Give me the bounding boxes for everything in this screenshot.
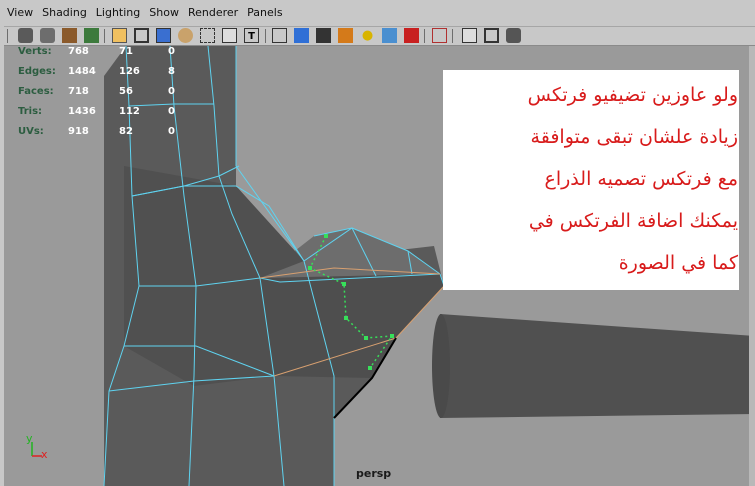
note-line: مع فرتكس تصميه الذراع	[544, 168, 738, 190]
lights-icon[interactable]: ●	[360, 28, 375, 43]
hud-label: Verts:	[18, 46, 52, 57]
hud-value: 56	[119, 86, 133, 97]
hud-value: 0	[168, 46, 175, 57]
hud-value: 126	[119, 66, 140, 77]
text-icon[interactable]: T	[244, 28, 259, 43]
toolbar-divider	[452, 29, 453, 43]
field-chart-icon[interactable]	[178, 28, 193, 43]
hud-row-edges: Edges: 1484 126 8	[18, 66, 208, 80]
wireframe-icon[interactable]	[272, 28, 287, 43]
arm-stub-front-face	[260, 274, 444, 378]
hud-row-uvs: UVs: 918 82 0	[18, 126, 208, 140]
hud-value: 8	[168, 66, 175, 77]
hud-label: Tris:	[18, 106, 43, 117]
hud-value: 0	[168, 126, 175, 137]
toolbar-divider	[265, 29, 266, 43]
menu-view[interactable]: View	[4, 0, 39, 26]
image-plane-icon[interactable]	[84, 28, 99, 43]
annotation-note: ولو عاوزين تضيفيو فرتكس زيادة علشان تبقى…	[443, 70, 739, 290]
perspective-viewport[interactable]: Verts: 768 71 0 Edges: 1484 126 8 Faces:…	[4, 46, 755, 486]
hud-value: 918	[68, 126, 89, 137]
grid-icon[interactable]	[112, 28, 127, 43]
cylinder-body	[440, 314, 755, 418]
high-quality-icon[interactable]	[404, 28, 419, 43]
hud-value: 718	[68, 86, 89, 97]
menu-show[interactable]: Show	[146, 0, 185, 26]
resolution-gate-icon[interactable]	[156, 28, 171, 43]
camera-attributes-icon[interactable]	[18, 28, 33, 43]
xray-icon[interactable]	[462, 28, 477, 43]
viewport-border	[749, 46, 755, 486]
menu-renderer[interactable]: Renderer	[185, 0, 244, 26]
hud-value: 0	[168, 106, 175, 117]
backface-culling-icon[interactable]	[506, 28, 521, 43]
smooth-shade-icon[interactable]	[294, 28, 309, 43]
note-line: كما في الصورة	[618, 252, 738, 274]
toolbar-divider	[104, 29, 105, 43]
bookmark-icon[interactable]	[62, 28, 77, 43]
hud-value: 112	[119, 106, 140, 117]
panel-toolbar: T ●	[4, 27, 755, 46]
toolbar-divider	[7, 29, 8, 43]
axis-x-label: x	[41, 448, 48, 461]
safe-title-icon[interactable]	[222, 28, 237, 43]
hud-row-faces: Faces: 718 56 0	[18, 86, 208, 100]
cylinder-cap	[432, 314, 450, 418]
hud-value: 71	[119, 46, 133, 57]
hud-value: 0	[168, 86, 175, 97]
camera-select-icon[interactable]	[40, 28, 55, 43]
menu-panels[interactable]: Panels	[244, 0, 288, 26]
hud-value: 82	[119, 126, 133, 137]
menu-lighting[interactable]: Lighting	[93, 0, 146, 26]
menu-shading[interactable]: Shading	[39, 0, 93, 26]
xray-joints-icon[interactable]	[484, 28, 499, 43]
isolate-select-icon[interactable]	[432, 28, 447, 43]
panel-menubar: View Shading Lighting Show Renderer Pane…	[4, 0, 755, 27]
axis-y-label: y	[26, 432, 33, 445]
wireframe-on-shaded-icon[interactable]	[316, 28, 331, 43]
hud-value: 768	[68, 46, 89, 57]
hud-value: 1436	[68, 106, 96, 117]
film-gate-icon[interactable]	[134, 28, 149, 43]
note-line: ولو عاوزين تضيفيو فرتكس	[527, 84, 738, 106]
hud-label: Edges:	[18, 66, 56, 77]
hud-label: Faces:	[18, 86, 54, 97]
shadows-icon[interactable]	[382, 28, 397, 43]
note-line: يمكنك اضافة الفرتكس في	[528, 210, 738, 232]
hud-row-verts: Verts: 768 71 0	[18, 46, 208, 60]
hud-label: UVs:	[18, 126, 44, 137]
camera-label: persp	[356, 467, 392, 480]
hud-row-tris: Tris: 1436 112 0	[18, 106, 208, 120]
safe-action-icon[interactable]	[200, 28, 215, 43]
textured-icon[interactable]	[338, 28, 353, 43]
note-line: زيادة علشان تبقى متوافقة	[530, 126, 738, 148]
toolbar-divider	[424, 29, 425, 43]
hud-value: 1484	[68, 66, 96, 77]
